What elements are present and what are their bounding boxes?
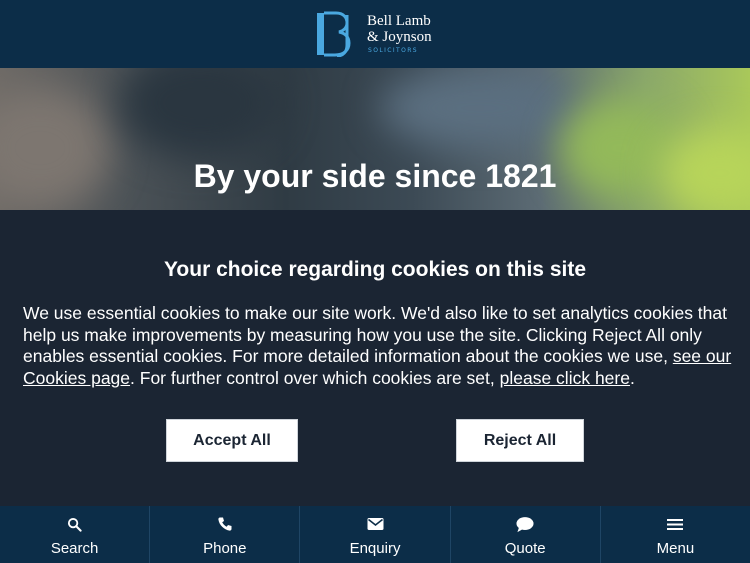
brand-name-line2: & Joynson [367, 29, 432, 45]
brand-name-line1: Bell Lamb [367, 13, 431, 29]
chat-bubble-icon [516, 515, 534, 533]
nav-enquiry[interactable]: Enquiry [300, 506, 451, 563]
nav-menu-label: Menu [656, 540, 695, 557]
cookie-consent-banner: Your choice regarding cookies on this si… [0, 210, 750, 506]
nav-quote-label: Quote [504, 540, 546, 557]
search-icon [66, 515, 84, 533]
cookie-text-part2: . For further control over which cookies… [130, 367, 500, 388]
bottom-navigation: Search Phone Enquiry Quote Menu [0, 506, 750, 563]
nav-menu[interactable]: Menu [601, 506, 750, 563]
cookie-text-part1: We use essential cookies to make our sit… [23, 303, 727, 366]
cookie-text-part3: . [629, 367, 635, 388]
cookie-settings-link[interactable]: please click here [500, 368, 630, 388]
nav-search[interactable]: Search [0, 506, 151, 563]
site-header: Bell Lamb & Joynson SOLICITORS [0, 0, 750, 68]
phone-icon [216, 515, 234, 533]
nav-quote[interactable]: Quote [451, 506, 601, 563]
hero-title: By your side since 1821 [193, 158, 557, 194]
cookie-banner-text: We use essential cookies to make our sit… [23, 303, 735, 389]
hero-banner: By your side since 1821 [0, 68, 750, 210]
nav-enquiry-label: Enquiry [349, 540, 401, 557]
brand-name: Bell Lamb & Joynson [367, 13, 432, 45]
nav-phone-label: Phone [203, 540, 247, 557]
reject-all-button[interactable]: Reject All [456, 419, 584, 462]
accept-all-button[interactable]: Accept All [166, 419, 298, 462]
brand-tagline: SOLICITORS [368, 47, 418, 54]
envelope-icon [366, 515, 384, 533]
nav-search-label: Search [50, 540, 99, 557]
hamburger-menu-icon [666, 515, 684, 533]
brand-logo[interactable]: Bell Lamb & Joynson SOLICITORS [314, 11, 444, 57]
nav-phone[interactable]: Phone [150, 506, 301, 563]
cookie-banner-title: Your choice regarding cookies on this si… [163, 258, 587, 281]
logo-monogram-icon [317, 11, 351, 57]
